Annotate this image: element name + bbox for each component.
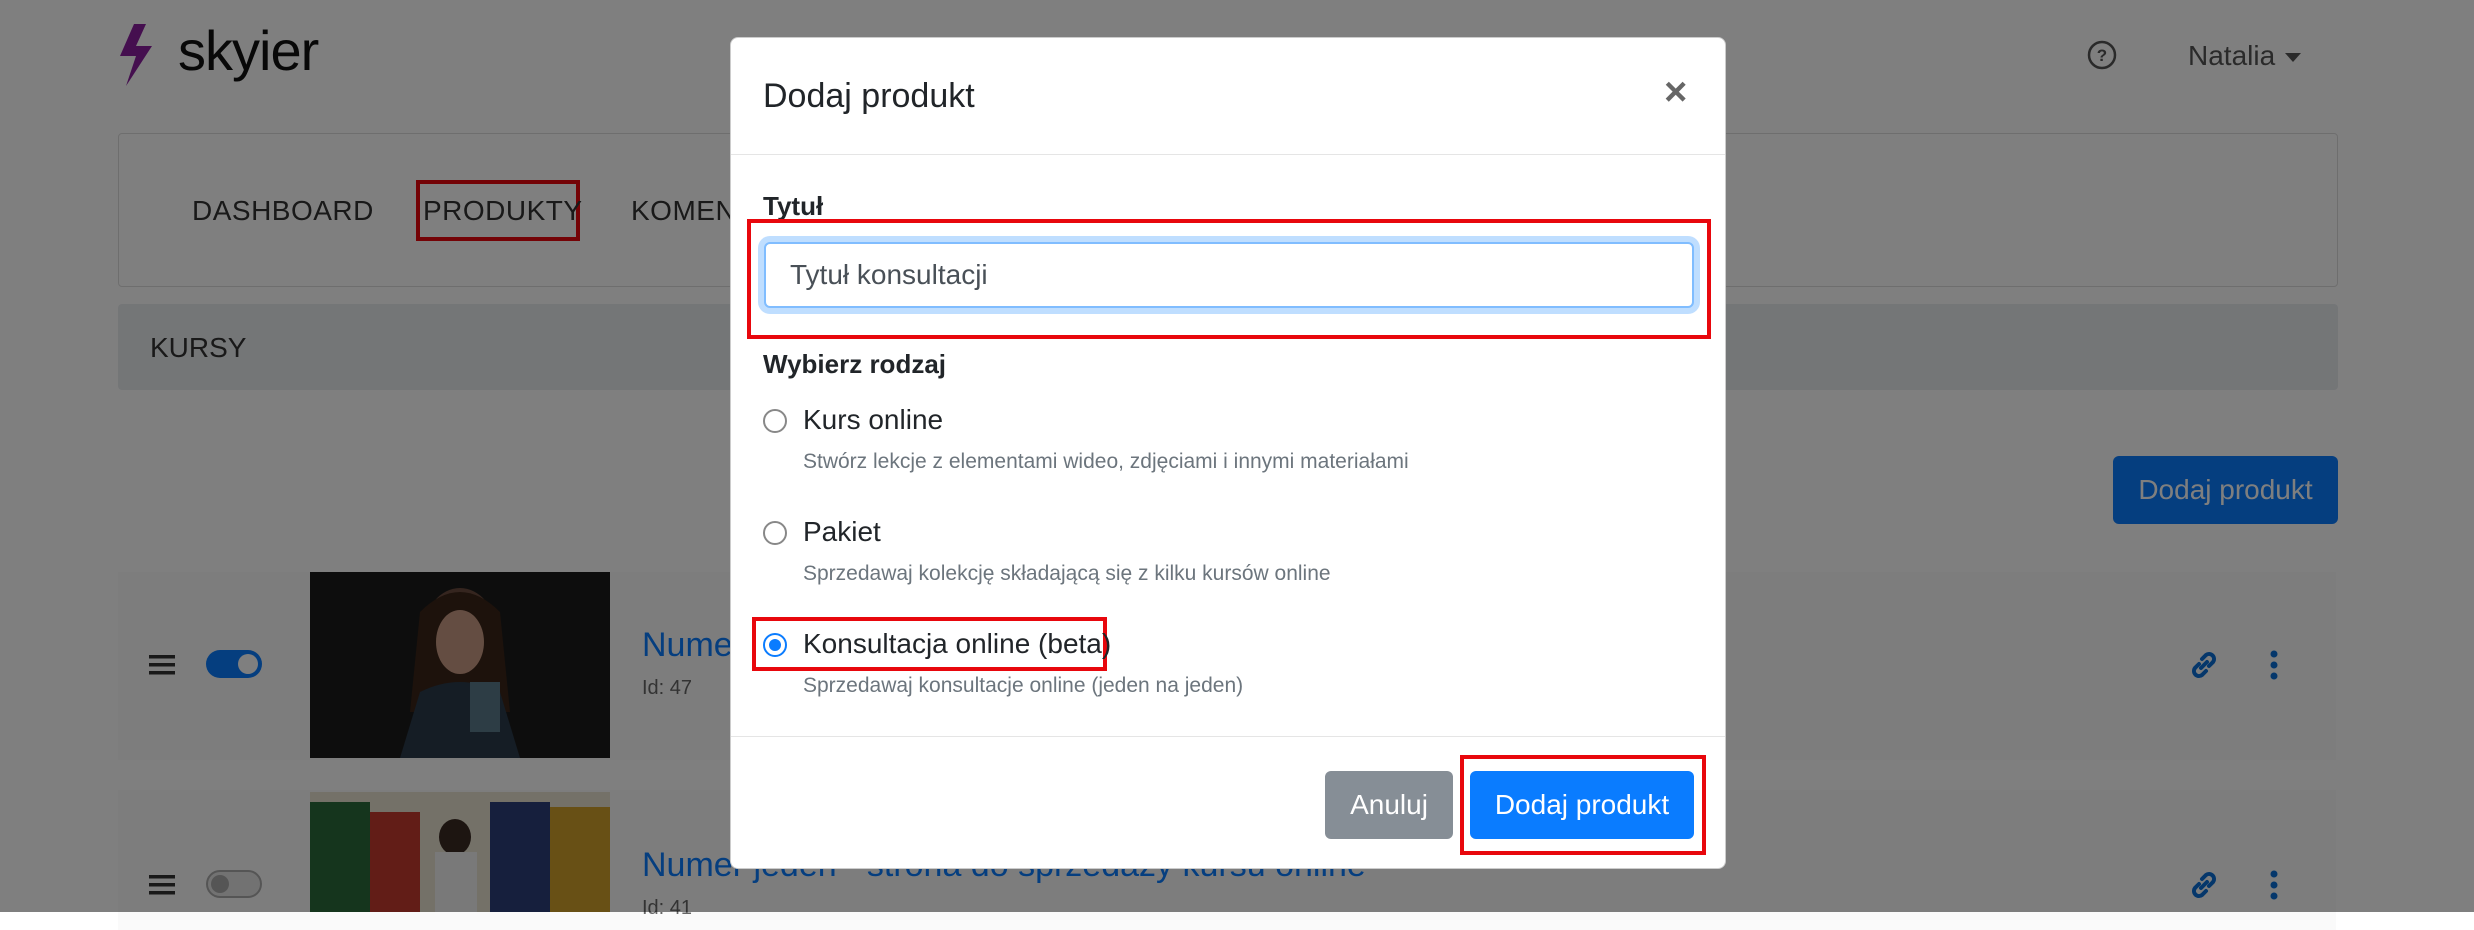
modal-title: Dodaj produkt xyxy=(763,77,975,115)
radio-help-pakiet: Sprzedawaj kolekcję składającą się z kil… xyxy=(803,562,1331,585)
add-product-modal: Dodaj produkt × Tytuł Tytuł konsultacji … xyxy=(730,37,1726,869)
close-icon[interactable]: × xyxy=(1664,72,1687,112)
type-field-label: Wybierz rodzaj xyxy=(763,349,947,379)
radio-help-konsultacja: Sprzedawaj konsultacje online (jeden na … xyxy=(803,674,1244,697)
title-field-label: Tytuł xyxy=(763,191,824,221)
radio-label-konsultacja[interactable]: Konsultacja online (beta) xyxy=(803,627,1111,661)
title-input[interactable]: Tytuł konsultacji xyxy=(764,242,1694,308)
radio-help-kurs-online: Stwórz lekcje z elementami wideo, zdjęci… xyxy=(803,450,1409,473)
radio-label-kurs-online[interactable]: Kurs online xyxy=(803,403,943,437)
modal-header-divider xyxy=(731,154,1725,155)
modal-footer-divider xyxy=(731,736,1725,737)
radio-kurs-online[interactable] xyxy=(763,409,787,433)
cancel-button[interactable]: Anuluj xyxy=(1325,771,1453,839)
radio-pakiet[interactable] xyxy=(763,521,787,545)
submit-add-product-button[interactable]: Dodaj produkt xyxy=(1470,771,1694,839)
radio-label-pakiet[interactable]: Pakiet xyxy=(803,515,881,549)
radio-konsultacja[interactable] xyxy=(763,633,787,657)
